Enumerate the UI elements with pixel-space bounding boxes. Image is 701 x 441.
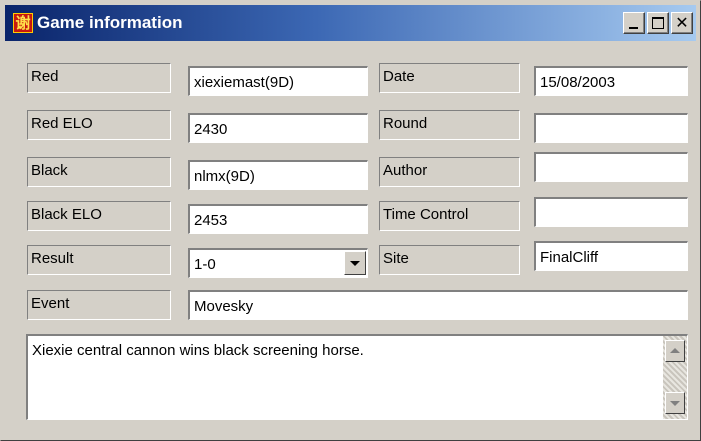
minimize-button[interactable] [623, 12, 645, 34]
event-label: Event [27, 290, 171, 320]
round-label: Round [379, 110, 520, 140]
result-select[interactable]: 1-0 [188, 248, 368, 278]
maximize-button[interactable] [647, 12, 669, 34]
close-button[interactable]: ✕ [671, 12, 693, 34]
comment-textarea[interactable]: Xiexie central cannon wins black screeni… [26, 334, 688, 420]
scroll-down-icon[interactable] [665, 392, 685, 414]
red-elo-label: Red ELO [27, 110, 171, 140]
red-player-field[interactable]: xiexiemast(9D) [188, 66, 368, 96]
scroll-up-icon[interactable] [665, 340, 685, 362]
window-title: Game information [37, 13, 183, 32]
dropdown-arrow-icon[interactable] [344, 251, 366, 275]
game-information-window: 谢 Game information ✕ Red xiexiemast(9D) … [0, 0, 701, 441]
time-control-label: Time Control [379, 201, 520, 231]
red-elo-field[interactable]: 2430 [188, 113, 368, 143]
title-bar[interactable]: 谢 Game information ✕ [5, 5, 696, 41]
red-label: Red [27, 63, 171, 93]
author-label: Author [379, 157, 520, 187]
black-elo-label: Black ELO [27, 201, 171, 231]
result-label: Result [27, 245, 171, 275]
site-field[interactable]: FinalCliff [534, 241, 688, 271]
black-label: Black [27, 157, 171, 187]
author-field[interactable] [534, 152, 688, 182]
event-field[interactable]: Movesky [188, 290, 688, 320]
time-control-field[interactable] [534, 197, 688, 227]
site-label: Site [379, 245, 520, 275]
date-label: Date [379, 63, 520, 93]
result-value: 1-0 [194, 256, 216, 273]
close-icon: ✕ [675, 13, 689, 32]
black-player-field[interactable]: nlmx(9D) [188, 160, 368, 190]
comment-scrollbar[interactable] [663, 336, 687, 419]
black-elo-field[interactable]: 2453 [188, 204, 368, 234]
app-icon: 谢 [13, 13, 33, 33]
comment-text: Xiexie central cannon wins black screeni… [32, 342, 364, 359]
date-field[interactable]: 15/08/2003 [534, 66, 688, 96]
round-field[interactable] [534, 113, 688, 143]
